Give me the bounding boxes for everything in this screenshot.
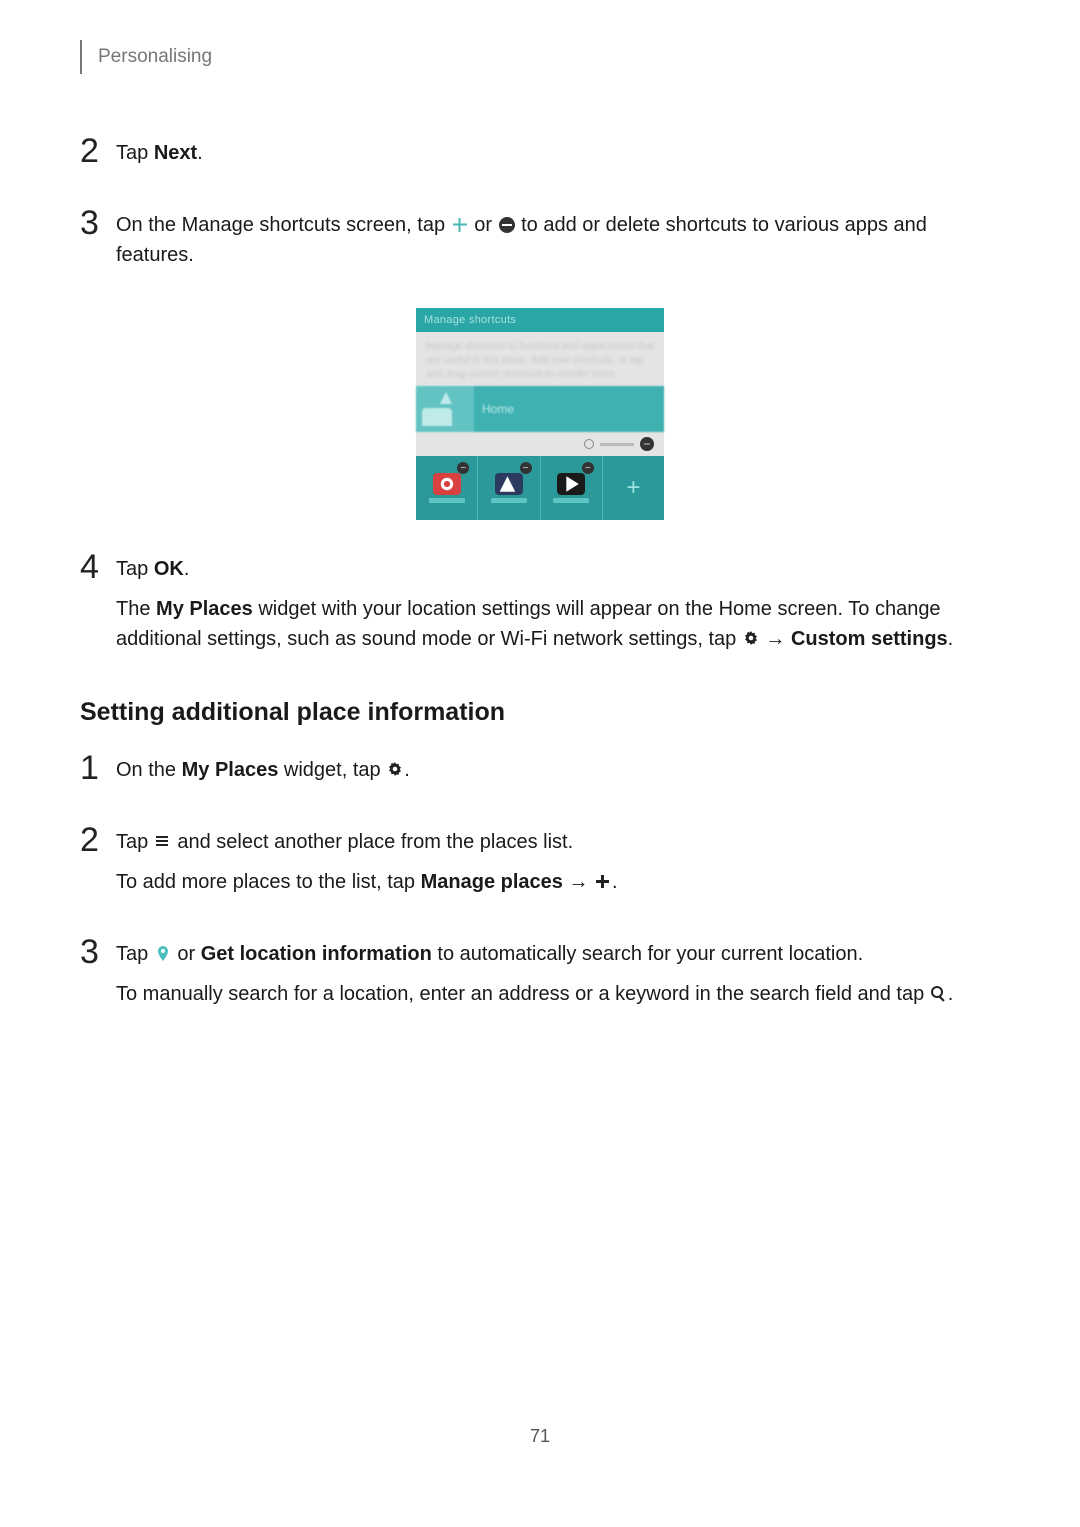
plus-icon: + <box>626 474 640 502</box>
tile-2: − <box>478 456 540 520</box>
minus-icon: − <box>582 462 594 474</box>
clock-icon <box>584 439 594 449</box>
minus-icon: − <box>520 462 532 474</box>
header-rule <box>80 40 82 74</box>
step-number: 2 <box>80 134 116 168</box>
step-number: 3 <box>80 206 116 240</box>
gear-icon <box>742 630 760 648</box>
figure-manage-shortcuts: Manage shortcuts Manage shortcuts to fun… <box>80 308 1000 520</box>
step-item: 3Tap or Get location information to auto… <box>80 935 1000 1019</box>
figure-blurb: Manage shortcuts to functions and applic… <box>416 332 664 386</box>
gear-icon <box>386 761 404 779</box>
page-number: 71 <box>0 1426 1080 1447</box>
home-illustration <box>416 386 474 432</box>
step-body: On the My Places widget, tap . <box>116 751 970 795</box>
menu-icon <box>154 833 172 851</box>
plus-teal-icon <box>451 216 469 234</box>
step-body: Tap Next. <box>116 134 970 178</box>
figure-home-strip: Home <box>416 386 664 432</box>
figure-tiles: − − − + <box>416 456 664 520</box>
home-label: Home <box>482 402 514 416</box>
clock-bar <box>600 443 634 446</box>
tile-icon-red <box>433 473 461 495</box>
step-body: Tap and select another place from the pl… <box>116 823 970 907</box>
pin-icon <box>154 945 172 963</box>
figure-titlebar: Manage shortcuts <box>416 308 664 332</box>
figure-clock-row: − <box>416 432 664 456</box>
tile-1: − <box>416 456 478 520</box>
tile-icon-black <box>557 473 585 495</box>
page-header: Personalising <box>80 40 1000 74</box>
steps-list-top: 2Tap Next.3On the Manage shortcuts scree… <box>80 134 1000 280</box>
tile-3: − <box>541 456 603 520</box>
step-number: 3 <box>80 935 116 969</box>
plus-bold-icon <box>594 873 612 891</box>
step-item: 2Tap Next. <box>80 134 1000 178</box>
minus-icon: − <box>457 462 469 474</box>
minus-circle-icon <box>498 216 516 234</box>
tile-icon-navy <box>495 473 523 495</box>
step-body: On the Manage shortcuts screen, tap or t… <box>116 206 970 280</box>
step-number: 2 <box>80 823 116 857</box>
step-item: 1On the My Places widget, tap . <box>80 751 1000 795</box>
subheading: Setting additional place information <box>80 698 1000 727</box>
step-item: 4Tap OK.The My Places widget with your l… <box>80 550 1000 664</box>
step-item: 2Tap and select another place from the p… <box>80 823 1000 907</box>
step-item: 3On the Manage shortcuts screen, tap or … <box>80 206 1000 280</box>
step-number: 4 <box>80 550 116 584</box>
steps-list-bottom: 1On the My Places widget, tap .2Tap and … <box>80 751 1000 1019</box>
step-body: Tap OK.The My Places widget with your lo… <box>116 550 970 664</box>
step-number: 1 <box>80 751 116 785</box>
minus-icon: − <box>640 437 654 451</box>
search-icon <box>930 985 948 1003</box>
steps-list-step4: 4Tap OK.The My Places widget with your l… <box>80 550 1000 664</box>
breadcrumb: Personalising <box>98 46 212 68</box>
tile-add: + <box>603 456 664 520</box>
step-body: Tap or Get location information to autom… <box>116 935 970 1019</box>
